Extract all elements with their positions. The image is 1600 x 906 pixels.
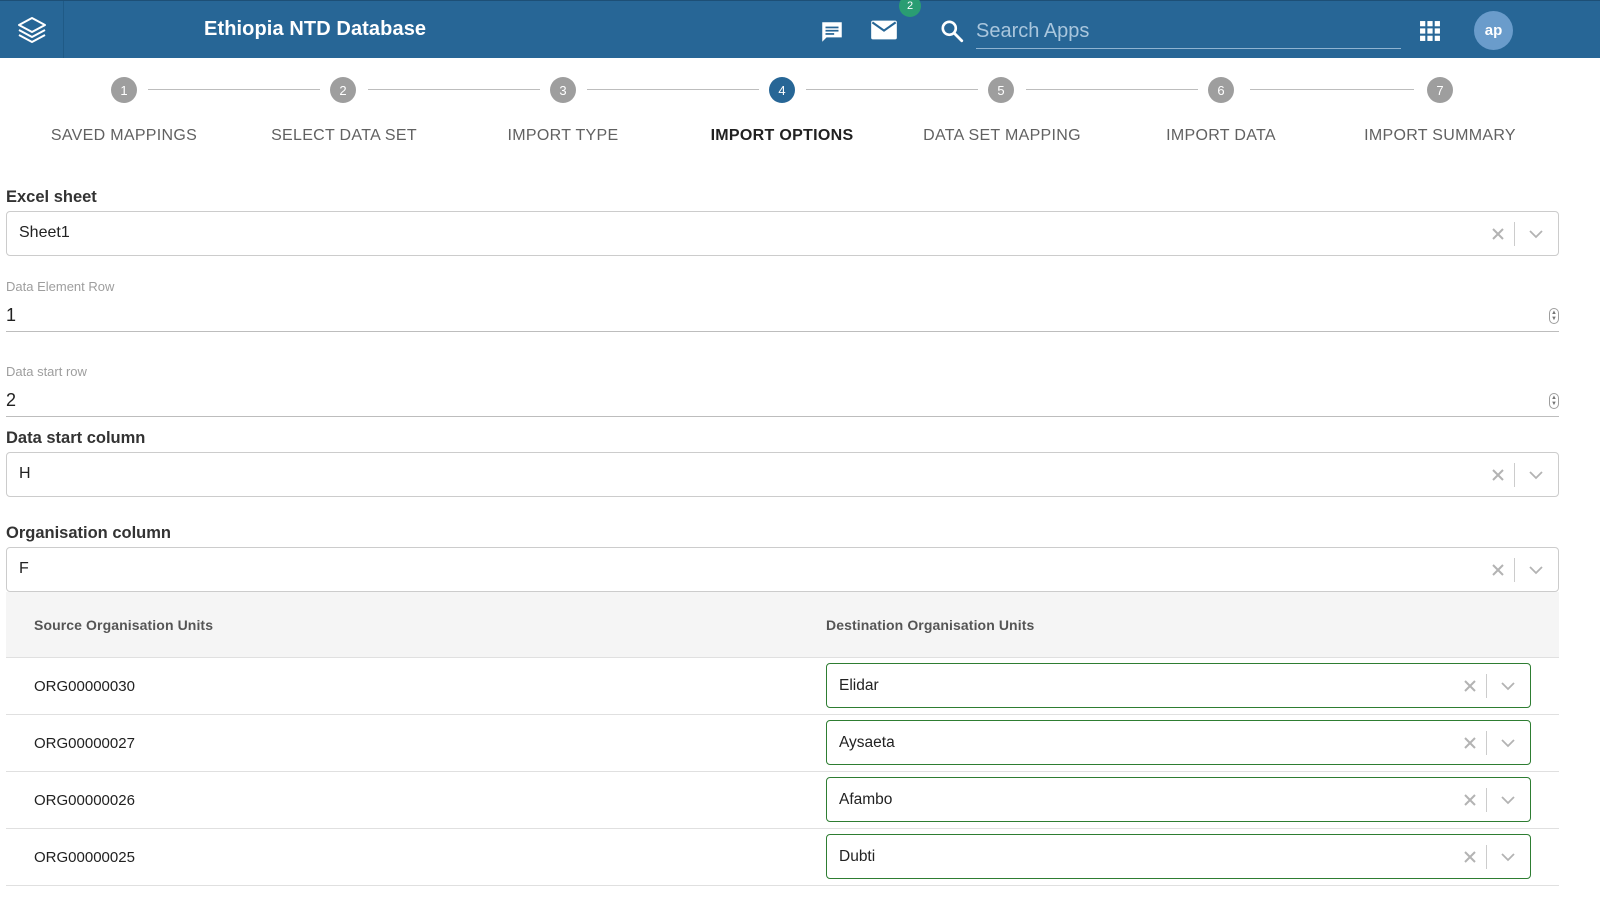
- user-avatar[interactable]: ap: [1474, 11, 1513, 50]
- destination-org-unit-value: Afambo: [839, 791, 893, 808]
- chevron-down-icon[interactable]: [1496, 847, 1520, 867]
- select-separator: [1486, 845, 1487, 869]
- table-row: ORG00000030 Elidar: [6, 658, 1559, 715]
- destination-org-unit-select[interactable]: Aysaeta: [826, 720, 1531, 765]
- mail-icon[interactable]: [870, 16, 898, 44]
- step-6-label[interactable]: IMPORT DATA: [1166, 127, 1276, 145]
- excel-sheet-value: Sheet1: [19, 224, 70, 241]
- destination-org-unit-select[interactable]: Dubti: [826, 834, 1531, 879]
- number-spinner-icon[interactable]: ▲ ▼: [1549, 308, 1559, 324]
- data-start-row-value: 2: [6, 390, 17, 410]
- step-1-label[interactable]: SAVED MAPPINGS: [51, 127, 197, 145]
- apps-grid-icon[interactable]: [1416, 17, 1444, 45]
- top-header-bar: Ethiopia NTD Database 2 ap: [0, 0, 1600, 58]
- step-1-circle[interactable]: 1: [111, 77, 137, 103]
- step-7-circle[interactable]: 7: [1427, 77, 1453, 103]
- step-3-circle[interactable]: 3: [550, 77, 576, 103]
- step-6-circle[interactable]: 6: [1208, 77, 1234, 103]
- chevron-down-icon[interactable]: [1524, 224, 1548, 244]
- clear-icon[interactable]: [1460, 676, 1480, 696]
- clear-icon[interactable]: [1460, 847, 1480, 867]
- data-start-column-select[interactable]: H: [6, 452, 1559, 497]
- step-2-circle[interactable]: 2: [330, 77, 356, 103]
- chevron-down-icon[interactable]: [1496, 733, 1520, 753]
- step-connector: [1026, 89, 1198, 90]
- select-separator: [1514, 222, 1515, 246]
- excel-sheet-select[interactable]: Sheet1: [6, 211, 1559, 256]
- step-7-label[interactable]: IMPORT SUMMARY: [1364, 127, 1516, 145]
- excel-sheet-label: Excel sheet: [6, 188, 97, 206]
- data-start-column-label: Data start column: [6, 429, 146, 447]
- data-element-row-input[interactable]: 1 ▲ ▼: [6, 302, 1559, 332]
- data-start-column-value: H: [19, 465, 31, 482]
- clear-icon[interactable]: [1460, 733, 1480, 753]
- table-row: ORG00000026 Afambo: [6, 772, 1559, 829]
- step-2-label[interactable]: SELECT DATA SET: [271, 127, 417, 145]
- source-org-unit: ORG00000026: [34, 792, 135, 809]
- number-spinner-icon[interactable]: ▲ ▼: [1549, 393, 1559, 409]
- clear-icon[interactable]: [1488, 224, 1508, 244]
- organisation-column-select[interactable]: F: [6, 547, 1559, 592]
- app-title: Ethiopia NTD Database: [204, 18, 427, 40]
- clear-icon[interactable]: [1488, 465, 1508, 485]
- destination-org-unit-value: Aysaeta: [839, 734, 895, 751]
- clear-icon[interactable]: [1488, 560, 1508, 580]
- destination-org-unit-select[interactable]: Elidar: [826, 663, 1531, 708]
- organisation-column-label: Organisation column: [6, 524, 172, 542]
- select-separator: [1486, 674, 1487, 698]
- table-row: ORG00000025 Dubti: [6, 829, 1559, 886]
- select-separator: [1514, 558, 1515, 582]
- destination-org-unit-value: Dubti: [839, 848, 876, 865]
- chat-icon[interactable]: [818, 18, 846, 46]
- step-4-circle[interactable]: 4: [769, 77, 795, 103]
- chevron-down-icon[interactable]: [1496, 676, 1520, 696]
- select-separator: [1514, 463, 1515, 487]
- step-5-label[interactable]: DATA SET MAPPING: [923, 127, 1081, 145]
- destination-org-unit-value: Elidar: [839, 677, 879, 694]
- table-row: ORG00000027 Aysaeta: [6, 715, 1559, 772]
- source-org-unit: ORG00000025: [34, 849, 135, 866]
- organisation-column-value: F: [19, 560, 29, 577]
- org-mapping-table-header: Source Organisation Units Destination Or…: [6, 592, 1559, 658]
- chevron-down-icon[interactable]: [1496, 790, 1520, 810]
- source-org-unit: ORG00000030: [34, 678, 135, 695]
- data-element-row-value: 1: [6, 305, 17, 325]
- source-org-units-header: Source Organisation Units: [34, 617, 214, 633]
- step-connector: [1250, 89, 1414, 90]
- data-start-row-label: Data start row: [6, 364, 87, 379]
- select-separator: [1486, 788, 1487, 812]
- dhis2-logo-icon: [17, 16, 46, 43]
- data-start-row-input[interactable]: 2 ▲ ▼: [6, 387, 1559, 417]
- search-apps-input[interactable]: [976, 15, 1401, 49]
- step-3-label[interactable]: IMPORT TYPE: [508, 127, 619, 145]
- search-icon: [938, 17, 966, 45]
- data-element-row-label: Data Element Row: [6, 279, 115, 294]
- clear-icon[interactable]: [1460, 790, 1480, 810]
- app-logo-button[interactable]: [0, 1, 64, 58]
- step-5-circle[interactable]: 5: [988, 77, 1014, 103]
- step-connector: [806, 89, 978, 90]
- step-connector: [587, 89, 759, 90]
- chevron-down-icon[interactable]: [1524, 465, 1548, 485]
- destination-org-units-header: Destination Organisation Units: [826, 617, 1035, 633]
- chevron-down-icon[interactable]: [1524, 560, 1548, 580]
- destination-org-unit-select[interactable]: Afambo: [826, 777, 1531, 822]
- import-stepper: 1 2 3 4 5 6 7 SAVED MAPPINGS SELECT DATA…: [0, 58, 1600, 168]
- step-connector: [368, 89, 540, 90]
- source-org-unit: ORG00000027: [34, 735, 135, 752]
- step-4-label[interactable]: IMPORT OPTIONS: [711, 127, 854, 145]
- select-separator: [1486, 731, 1487, 755]
- mail-count-badge: 2: [899, 0, 921, 17]
- step-connector: [148, 89, 320, 90]
